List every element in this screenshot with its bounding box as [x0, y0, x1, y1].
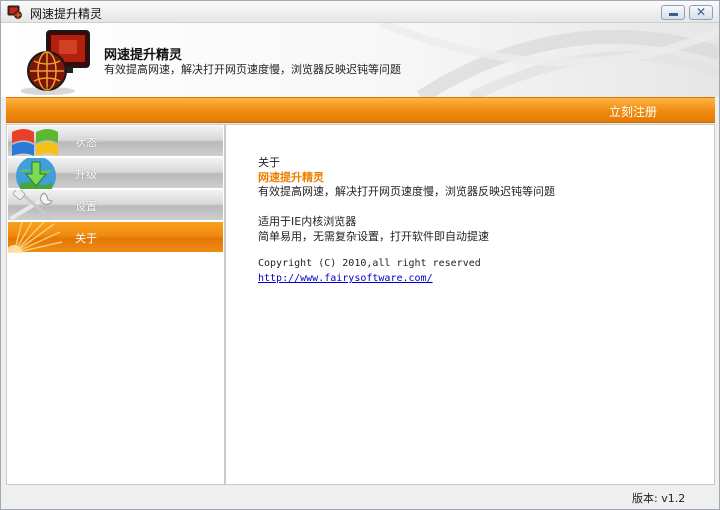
sidebar-item-label: 设置 — [75, 200, 97, 213]
sidebar-item-label: 升级 — [75, 168, 97, 181]
window-title: 网速提升精灵 — [30, 7, 103, 21]
header-subtitle: 有效提高网速，解决打开网页速度慢，浏览器反映迟钝等问题 — [104, 63, 401, 76]
sidebar: 状态 升级 设置 关于 — [6, 124, 225, 485]
sidebar-item-about[interactable]: 关于 — [8, 222, 223, 253]
close-button[interactable]: ✕ — [689, 5, 713, 20]
wrench-screwdriver-icon — [10, 190, 53, 220]
sidebar-item-upgrade[interactable]: 升级 — [8, 158, 223, 189]
sidebar-item-label: 状态 — [75, 136, 97, 149]
app-header: 网速提升精灵 有效提高网速，解决打开网页速度慢，浏览器反映迟钝等问题 — [1, 23, 719, 97]
title-bar[interactable]: 网速提升精灵 ✕ — [1, 1, 719, 23]
minimize-icon — [669, 13, 678, 16]
product-description: 有效提高网速，解决打开网页速度慢，浏览器反映迟钝等问题 — [258, 185, 555, 198]
sidebar-item-status[interactable]: 状态 — [8, 126, 223, 157]
usage-text: 简单易用，无需复杂设置，打开软件即自动提速 — [258, 230, 489, 243]
windows-logo-icon — [12, 129, 58, 156]
sidebar-item-settings[interactable]: 设置 — [8, 190, 223, 221]
about-heading: 关于 — [258, 156, 280, 169]
website-link[interactable]: http://www.fairysoftware.com/ — [258, 273, 433, 284]
app-logo-icon — [21, 30, 90, 95]
version-label: 版本: v1.2 — [632, 492, 686, 505]
app-icon — [7, 5, 22, 19]
action-bar: 立刻注册 — [6, 97, 715, 123]
copyright-text: Copyright (C) 2010,all right reserved — [258, 258, 481, 269]
register-now-link[interactable]: 立刻注册 — [609, 103, 657, 120]
about-panel: 关于 网速提升精灵 有效提高网速，解决打开网页速度慢，浏览器反映迟钝等问题 适用… — [225, 124, 715, 485]
sidebar-item-label: 关于 — [75, 232, 97, 245]
sunburst-icon — [8, 222, 63, 253]
close-icon: ✕ — [695, 5, 707, 19]
minimize-button[interactable] — [661, 5, 685, 20]
compatibility-text: 适用于IE内核浏览器 — [258, 215, 357, 228]
app-window: 网速提升精灵 ✕ 网速提升精灵 有效提高网速，解决打开网页速度慢，浏览器反映迟钝… — [0, 0, 720, 510]
globe-download-icon — [16, 158, 56, 189]
